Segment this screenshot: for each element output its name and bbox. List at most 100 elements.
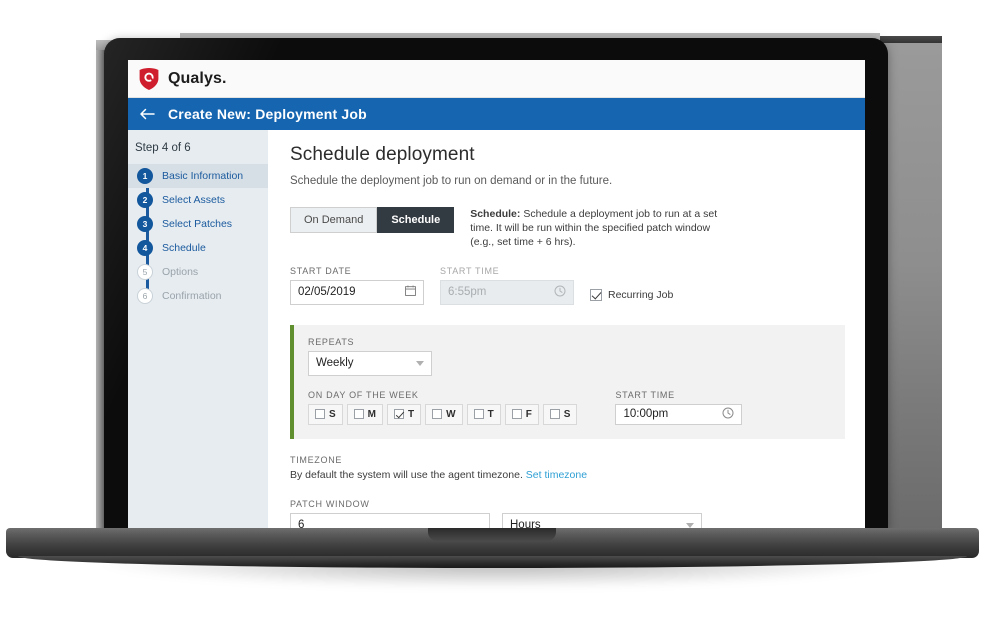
laptop-base-notch — [428, 528, 556, 541]
start-time-label: START TIME — [440, 265, 500, 276]
date-time-row: START DATE 02/05/2019 START TIME 6:55pm … — [290, 266, 845, 305]
dow-letter: S — [563, 408, 571, 420]
page-title: Create New: Deployment Job — [168, 106, 367, 122]
schedule-mode-row: On Demand Schedule Schedule: Schedule a … — [290, 207, 845, 250]
dow-checkbox[interactable] — [549, 409, 560, 420]
start-time-input: 6:55pm — [440, 279, 574, 305]
dow-letter: F — [525, 408, 532, 420]
step-bullet-1: 1 — [137, 168, 153, 184]
dow-option-friday[interactable]: F — [504, 403, 539, 425]
patch-window-unit-value: Hours — [510, 519, 541, 528]
sidebar-item-label: Basic Information — [162, 170, 244, 182]
patch-window-label: PATCH WINDOW — [290, 498, 370, 509]
repeats-value: Weekly — [316, 357, 354, 370]
dow-checkbox[interactable] — [511, 409, 522, 420]
repeats-start-time-input[interactable]: 10:00pm — [615, 403, 743, 425]
sidebar-item-label: Options — [162, 266, 199, 278]
sidebar-item-label: Schedule — [162, 242, 206, 254]
step-bullet-4: 4 — [137, 240, 153, 256]
brand-name: Qualys. — [168, 69, 227, 87]
dow-letter: S — [329, 408, 336, 420]
sidebar-item-label: Confirmation — [162, 290, 222, 302]
repeats-label: REPEATS — [308, 336, 355, 347]
dow-checkbox[interactable] — [473, 409, 484, 420]
repeats-start-time-value: 10:00pm — [623, 408, 669, 421]
mode-description-strong: Schedule: — [470, 208, 521, 220]
patch-window-row: 6 Hours — [290, 512, 845, 528]
step-counter: Step 4 of 6 — [135, 142, 191, 154]
dow-checkbox[interactable] — [353, 409, 364, 420]
dow-option-sunday[interactable]: S — [308, 403, 343, 425]
start-time-value: 6:55pm — [448, 286, 487, 299]
schedule-button[interactable]: Schedule — [377, 207, 455, 233]
set-timezone-link[interactable]: Set timezone — [526, 469, 587, 481]
day-of-week-options: S M T W T F S — [308, 403, 581, 425]
day-of-week-group: ON DAY OF THE WEEK S M T W T F S — [308, 390, 581, 425]
day-of-week-label: ON DAY OF THE WEEK — [308, 389, 419, 400]
calendar-icon[interactable] — [405, 285, 416, 299]
qualys-shield-logo-icon — [138, 67, 160, 91]
start-date-input[interactable]: 02/05/2019 — [290, 279, 424, 305]
clock-icon[interactable] — [722, 407, 734, 422]
dow-letter: M — [367, 408, 377, 420]
page-header-bar: Create New: Deployment Job — [128, 98, 865, 130]
sidebar-item-basic-information[interactable]: 1 Basic Information — [128, 164, 268, 188]
sidebar-item-select-patches[interactable]: 3 Select Patches — [128, 212, 268, 236]
dow-letter: T — [487, 408, 494, 420]
sidebar-item-options[interactable]: 5 Options — [128, 260, 268, 284]
dow-letter: W — [446, 408, 456, 420]
section-title: Schedule deployment — [290, 144, 475, 165]
timezone-label: TIMEZONE — [290, 454, 343, 465]
timezone-section: TIMEZONE By default the system will use … — [290, 455, 845, 481]
timezone-text: By default the system will use the agent… — [290, 468, 523, 481]
laptop-lid-back-right — [880, 43, 942, 530]
repeats-panel: REPEATS Weekly ON DAY OF THE WEEK S M T … — [290, 324, 845, 439]
repeats-select[interactable]: Weekly — [308, 350, 432, 376]
patch-window-unit-select[interactable]: Hours — [502, 512, 702, 528]
step-bullet-3: 3 — [137, 216, 153, 232]
wizard-step-list: 1 Basic Information 2 Select Assets 3 Se… — [128, 164, 268, 308]
chevron-down-icon[interactable] — [416, 360, 424, 366]
dow-option-wednesday[interactable]: W — [425, 403, 463, 425]
dow-option-thursday[interactable]: T — [466, 403, 501, 425]
dow-checkbox[interactable] — [394, 409, 405, 420]
sidebar-item-label: Select Assets — [162, 194, 226, 206]
patch-window-amount-value: 6 — [298, 519, 305, 528]
section-subtitle: Schedule the deployment job to run on de… — [290, 175, 613, 187]
back-arrow-icon[interactable] — [138, 105, 156, 123]
repeats-start-time-label: START TIME — [615, 389, 675, 400]
schedule-mode-toggle: On Demand Schedule — [290, 207, 455, 233]
app-logo-bar: Qualys. — [128, 60, 865, 98]
start-time-field-group: START TIME 6:55pm — [440, 266, 574, 305]
step-bullet-2: 2 — [137, 192, 153, 208]
laptop-drop-shadow — [100, 562, 890, 588]
recurring-job-checkbox-box[interactable] — [590, 288, 602, 301]
dow-checkbox[interactable] — [432, 409, 443, 420]
wizard-sidebar: Step 4 of 6 1 Basic Information 2 Select… — [128, 130, 268, 528]
sidebar-item-select-assets[interactable]: 2 Select Assets — [128, 188, 268, 212]
start-date-label: START DATE — [290, 265, 352, 276]
dow-option-saturday[interactable]: S — [542, 403, 578, 425]
patch-window-amount-input[interactable]: 6 — [290, 512, 490, 528]
clock-icon — [554, 285, 566, 300]
dow-option-monday[interactable]: M — [346, 403, 384, 425]
schedule-mode-description: Schedule: Schedule a deployment job to r… — [470, 207, 728, 250]
dow-checkbox[interactable] — [315, 409, 325, 420]
on-demand-button[interactable]: On Demand — [290, 207, 378, 233]
laptop-mockup: Qualys. Create New: Deployment Job Step … — [0, 0, 985, 631]
sidebar-item-confirmation[interactable]: 6 Confirmation — [128, 284, 268, 308]
dow-letter: T — [408, 408, 415, 420]
dow-and-time-row: ON DAY OF THE WEEK S M T W T F S START T… — [308, 390, 831, 425]
step-bullet-5: 5 — [137, 264, 153, 280]
screen-viewport: Qualys. Create New: Deployment Job Step … — [128, 60, 865, 528]
sidebar-item-schedule[interactable]: 4 Schedule — [128, 236, 268, 260]
repeats-start-time-group: START TIME 10:00pm — [615, 389, 743, 425]
chevron-down-icon[interactable] — [686, 522, 694, 528]
timezone-description: By default the system will use the agent… — [290, 469, 845, 481]
patch-window-section: PATCH WINDOW 6 Hours — [290, 499, 845, 528]
recurring-job-checkbox[interactable]: Recurring Job — [590, 288, 674, 305]
recurring-job-label: Recurring Job — [608, 288, 674, 301]
sidebar-item-label: Select Patches — [162, 218, 233, 230]
start-date-field-group: START DATE 02/05/2019 — [290, 266, 424, 305]
dow-option-tuesday[interactable]: T — [387, 403, 422, 425]
